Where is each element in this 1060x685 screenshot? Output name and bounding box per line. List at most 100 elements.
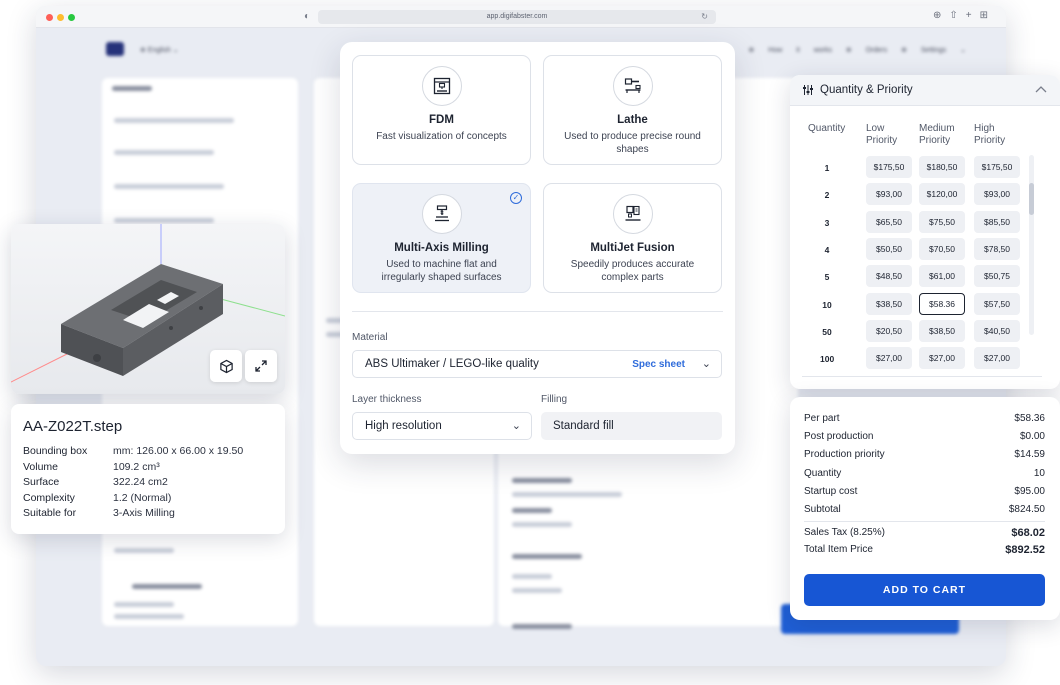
price-cell-high-priority[interactable]: $40,50 — [974, 319, 1020, 342]
quantity-value: 10 — [822, 299, 832, 310]
price-cell-low-priority[interactable]: $50,50 — [866, 237, 912, 260]
quantity-value: 3 — [824, 217, 830, 228]
chevron-down-icon: ⌄ — [701, 358, 711, 370]
price-cell-medium-priority[interactable]: $58.36 — [919, 292, 965, 315]
view-cube-button[interactable] — [210, 350, 242, 382]
spec-row-complexity: Complexity 1.2 (Normal) — [23, 491, 273, 507]
price-cell-low-priority[interactable]: $93,00 — [866, 183, 912, 206]
filling-value: Standard fill — [553, 420, 614, 432]
layer-thickness-select[interactable]: High resolution ⌄ — [352, 412, 532, 440]
spec-row-suitable-for: Suitable for 3-Axis Milling — [23, 506, 273, 522]
price-cell-high-priority[interactable]: $85,50 — [974, 210, 1020, 233]
material-select[interactable]: ABS Ultimaker / LEGO-like quality Spec s… — [352, 350, 722, 378]
price-value: $892.52 — [1005, 544, 1045, 556]
reload-icon[interactable]: ↻ — [701, 10, 708, 24]
spec-value: mm: 126.00 x 66.00 x 19.50 — [113, 445, 244, 457]
spec-row-bounding-box: Bounding box mm: 126.00 x 66.00 x 19.50 — [23, 444, 273, 460]
fullscreen-button[interactable] — [245, 350, 277, 382]
price-cell-medium-priority[interactable]: $27,00 — [919, 347, 965, 370]
scrollbar-thumb[interactable] — [1029, 183, 1034, 215]
price-value: $68.02 — [1011, 527, 1045, 539]
spec-value: 109.2 cm³ — [113, 460, 160, 473]
spec-key: Volume — [23, 460, 59, 473]
price-cell-low-priority[interactable]: $48,50 — [866, 265, 912, 288]
price-cell-high-priority[interactable]: $93,00 — [974, 183, 1020, 206]
divider — [804, 521, 1045, 522]
quantity-value: 50 — [822, 326, 832, 337]
technology-description: Speedily produces accurate complex parts — [570, 259, 695, 283]
price-label: Post production — [804, 431, 874, 442]
column-header-medium-priority: Medium Priority — [919, 123, 955, 146]
spec-value: 3-Axis Milling — [113, 507, 175, 519]
price-cell-medium-priority[interactable]: $38,50 — [919, 319, 965, 342]
price-cell-medium-priority[interactable]: $120,00 — [919, 183, 965, 206]
spec-sheet-link[interactable]: Spec sheet — [632, 351, 685, 378]
divider — [352, 311, 723, 312]
minimize-window-button[interactable] — [57, 14, 64, 21]
material-value: ABS Ultimaker / LEGO-like quality — [365, 358, 539, 370]
price-row-per-part: Per part $58.36 — [804, 413, 1045, 424]
price-cell-high-priority[interactable]: $50,75 — [974, 265, 1020, 288]
price-cell-high-priority[interactable]: $78,50 — [974, 237, 1020, 260]
milling-icon — [421, 194, 462, 234]
technology-card-multijet-fusion[interactable]: MultiJet Fusion Speedily produces accura… — [543, 183, 722, 293]
price-cell-high-priority[interactable]: $27,00 — [974, 347, 1020, 370]
browser-toolbar-icons[interactable]: ⊕⇧+⊞ — [933, 10, 996, 21]
price-row-startup-cost: Startup cost $95.00 — [804, 486, 1045, 497]
spec-key: Surface — [23, 476, 60, 488]
chevron-up-icon[interactable] — [1034, 83, 1048, 97]
quantity-row: 1 $175,50 $180,50 $175,50 — [790, 156, 1030, 180]
layer-thickness-value: High resolution — [365, 420, 442, 432]
model-3d-viewer[interactable] — [11, 224, 285, 394]
selected-check-icon: ✓ — [510, 192, 522, 204]
expand-icon — [255, 360, 267, 372]
browser-titlebar: ◐ app.digifabster.com ↻ ⊕⇧+⊞ — [36, 6, 1006, 28]
quantity-priority-card: Quantity & Priority Quantity Low Priorit… — [790, 75, 1060, 389]
price-row-sales-tax: Sales Tax (8.25%) $68.02 — [804, 527, 1045, 539]
price-cell-medium-priority[interactable]: $75,50 — [919, 210, 965, 233]
technology-name: Lathe — [617, 114, 648, 126]
price-cell-low-priority[interactable]: $27,00 — [866, 347, 912, 370]
spec-key: Suitable for — [23, 507, 77, 519]
price-cell-low-priority[interactable]: $20,50 — [866, 319, 912, 342]
fdm-printer-icon — [421, 66, 462, 106]
filling-field: Standard fill — [541, 412, 722, 440]
technology-card-fdm[interactable]: FDM Fast visualization of concepts — [352, 55, 531, 165]
language-selector: ⊕ English ⌄ — [140, 47, 179, 54]
quantity-row: 3 $65,50 $75,50 $85,50 — [790, 210, 1030, 235]
quantity-row: 10 $38,50 $58.36 $57,50 — [790, 292, 1030, 317]
shield-icon[interactable]: ◐ — [304, 11, 310, 22]
app-top-nav: ⊕ How it works ⊕ Orders ⊕ Settings ⌄ — [748, 47, 967, 54]
column-header-quantity: Quantity — [808, 123, 846, 134]
maximize-window-button[interactable] — [68, 14, 75, 21]
price-cell-high-priority[interactable]: $175,50 — [974, 156, 1020, 178]
price-row-total: Total Item Price $892.52 — [804, 544, 1045, 556]
table-scrollbar[interactable] — [1029, 155, 1034, 335]
technology-panel: FDM Fast visualization of concepts Lathe… — [340, 42, 735, 454]
app-logo — [106, 42, 124, 56]
price-value: $824.50 — [1008, 504, 1045, 515]
technology-card-multi-axis-milling[interactable]: ✓ Multi-Axis Milling Used to machine fla… — [352, 183, 531, 293]
price-label: Sales Tax (8.25%) — [804, 527, 885, 538]
quantity-row: 5 $48,50 $61,00 $50,75 — [790, 265, 1030, 289]
price-label: Subtotal — [804, 504, 841, 515]
technology-card-lathe[interactable]: Lathe Used to produce precise round shap… — [543, 55, 722, 165]
spec-row-surface: Surface 322.24 cm2 — [23, 475, 273, 491]
price-label: Startup cost — [804, 486, 858, 497]
price-cell-low-priority[interactable]: $38,50 — [866, 292, 912, 315]
price-cell-high-priority[interactable]: $57,50 — [974, 292, 1020, 315]
price-cell-low-priority[interactable]: $175,50 — [866, 156, 912, 178]
price-cell-medium-priority[interactable]: $61,00 — [919, 265, 965, 288]
close-window-button[interactable] — [46, 14, 53, 21]
technology-description: Used to produce precise round shapes — [564, 131, 701, 155]
technology-name: Multi-Axis Milling — [394, 242, 489, 254]
quantity-value: 5 — [824, 272, 830, 283]
add-to-cart-button[interactable]: ADD TO CART — [804, 574, 1045, 606]
price-cell-low-priority[interactable]: $65,50 — [866, 210, 912, 233]
address-bar[interactable]: app.digifabster.com ↻ — [318, 10, 716, 24]
price-label: Total Item Price — [804, 544, 873, 555]
quantity-priority-header[interactable]: Quantity & Priority — [790, 75, 1060, 106]
price-cell-medium-priority[interactable]: $70,50 — [919, 237, 965, 260]
quantity-row: 4 $50,50 $70,50 $78,50 — [790, 237, 1030, 262]
price-cell-medium-priority[interactable]: $180,50 — [919, 156, 965, 178]
